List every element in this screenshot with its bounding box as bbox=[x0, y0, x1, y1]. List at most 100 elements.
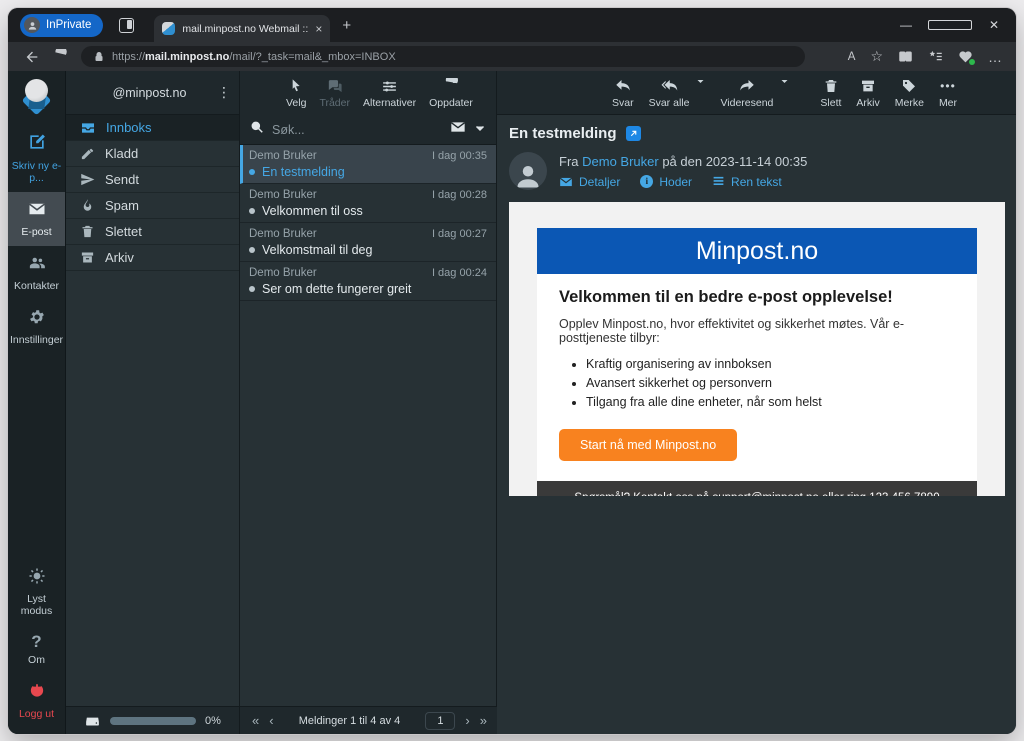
unread-dot bbox=[249, 169, 255, 175]
taskmenu-item-kontakter[interactable]: Kontakter bbox=[8, 246, 65, 300]
split-screen-icon[interactable] bbox=[898, 49, 913, 64]
address-bar[interactable]: https://mail.minpost.no/mail/?_task=mail… bbox=[81, 46, 805, 67]
inprivate-label: InPrivate bbox=[46, 19, 91, 31]
archive-icon bbox=[80, 250, 95, 265]
taskmenu-item-innstillinger[interactable]: Innstillinger bbox=[8, 300, 65, 354]
options-button[interactable]: Alternativer bbox=[363, 77, 416, 109]
quota-progress-bar bbox=[110, 717, 196, 725]
paperplane-icon bbox=[80, 172, 95, 187]
browser-essentials-icon[interactable] bbox=[958, 49, 973, 64]
flame-icon bbox=[80, 198, 95, 213]
kebab-menu-icon[interactable]: ⋮ bbox=[217, 84, 231, 101]
favorite-star-icon[interactable]: ☆ bbox=[870, 48, 883, 65]
sender-link[interactable]: Demo Bruker bbox=[582, 154, 659, 169]
unread-dot bbox=[249, 286, 255, 292]
folder-item-arkiv[interactable]: Arkiv bbox=[66, 245, 239, 271]
search-scope-envelope-icon[interactable] bbox=[450, 119, 466, 140]
window-controls: — ✕ bbox=[884, 8, 1016, 42]
reply-button[interactable]: Svar bbox=[612, 77, 634, 109]
prev-page-button[interactable]: ‹ bbox=[269, 713, 273, 728]
search-options-chevron-icon[interactable] bbox=[474, 121, 486, 139]
read-aloud-icon[interactable]: A bbox=[848, 51, 856, 63]
plaintext-link[interactable]: Ren tekst bbox=[712, 175, 782, 189]
mail-icon bbox=[28, 200, 46, 223]
mail-toolbar: Svar Svar alle Videresend Slett bbox=[497, 71, 1016, 115]
archive-icon bbox=[860, 77, 876, 95]
new-tab-button[interactable]: + bbox=[342, 17, 351, 34]
inprivate-badge[interactable]: InPrivate bbox=[20, 14, 103, 37]
email-cta-button[interactable]: Start nå med Minpost.no bbox=[559, 429, 737, 461]
message-row[interactable]: Demo BrukerI dag 00:27 Velkomstmail til … bbox=[240, 223, 496, 262]
desktop: InPrivate mail.minpost.no Webmail :: Inn… bbox=[0, 0, 1024, 741]
folder-item-innboks[interactable]: Innboks bbox=[66, 115, 239, 141]
refresh-icon[interactable] bbox=[53, 49, 68, 64]
archive-button[interactable]: Arkiv bbox=[856, 77, 879, 109]
next-page-button[interactable]: › bbox=[465, 713, 469, 728]
tab-close-button[interactable]: × bbox=[315, 22, 322, 36]
folder-item-spam[interactable]: Spam bbox=[66, 193, 239, 219]
message-row[interactable]: Demo BrukerI dag 00:28 Velkommen til oss bbox=[240, 184, 496, 223]
search-icon bbox=[250, 120, 264, 139]
threads-icon bbox=[326, 77, 343, 95]
taskmenu-item-lyst-modus[interactable]: Lyst modus bbox=[8, 559, 65, 625]
lock-icon bbox=[93, 51, 105, 63]
message-row[interactable]: Demo BrukerI dag 00:35 En testmelding bbox=[240, 145, 496, 184]
list-toolbar: Velg Tråder Alternativer Oppdater bbox=[240, 71, 496, 115]
email-intro: Opplev Minpost.no, hvor effektivitet og … bbox=[559, 317, 955, 345]
close-button[interactable]: ✕ bbox=[972, 8, 1016, 42]
pagination: « ‹ Meldinger 1 til 4 av 4 › » bbox=[240, 707, 497, 734]
refresh-list-button[interactable]: Oppdater bbox=[429, 77, 473, 109]
pagination-text: Meldinger 1 til 4 av 4 bbox=[284, 715, 416, 727]
email-bullet-list: Kraftig organisering av innboksen Avanse… bbox=[586, 357, 955, 409]
open-in-new-window-icon[interactable] bbox=[626, 126, 641, 141]
mark-button[interactable]: Merke bbox=[895, 77, 924, 109]
last-page-button[interactable]: » bbox=[480, 713, 487, 728]
maximize-button[interactable] bbox=[928, 8, 972, 42]
delete-button[interactable]: Slett bbox=[820, 77, 841, 109]
account-header[interactable]: @minpost.no ⋮ bbox=[66, 71, 239, 115]
tag-icon bbox=[901, 77, 917, 95]
tab-activity-icon[interactable] bbox=[119, 18, 134, 33]
first-page-button[interactable]: « bbox=[252, 713, 259, 728]
threads-button[interactable]: Tråder bbox=[319, 77, 350, 109]
power-icon bbox=[28, 682, 46, 705]
details-link[interactable]: Detaljer bbox=[559, 175, 620, 189]
unread-dot bbox=[249, 247, 255, 253]
message-row[interactable]: Demo BrukerI dag 00:24 Ser om dette fung… bbox=[240, 262, 496, 301]
reply-icon bbox=[614, 77, 632, 95]
more-dots-icon: ••• bbox=[940, 77, 956, 95]
email-bullet: Tilgang fra alle dine enheter, når som h… bbox=[586, 395, 955, 409]
minimize-button[interactable]: — bbox=[884, 8, 928, 42]
settings-menu-icon[interactable]: … bbox=[988, 49, 1002, 65]
from-line: Fra Demo Bruker på den 2023-11-14 00:35 bbox=[559, 154, 807, 169]
refresh-list-icon bbox=[443, 77, 459, 95]
reply-all-icon bbox=[660, 77, 678, 95]
account-name: @minpost.no bbox=[82, 86, 217, 100]
quota-section: 0% bbox=[66, 707, 240, 734]
reply-all-dropdown-icon[interactable] bbox=[696, 77, 705, 95]
more-button[interactable]: ••• Mer bbox=[939, 77, 957, 109]
collections-icon[interactable] bbox=[928, 49, 943, 64]
folder-item-slettet[interactable]: Slettet bbox=[66, 219, 239, 245]
folder-item-kladd[interactable]: Kladd bbox=[66, 141, 239, 167]
logout-button[interactable]: Logg ut bbox=[8, 674, 65, 728]
folder-item-sendt[interactable]: Sendt bbox=[66, 167, 239, 193]
forward-dropdown-icon[interactable] bbox=[780, 77, 789, 95]
taskmenu-item-epost[interactable]: E-post bbox=[8, 192, 65, 246]
headers-link[interactable]: i Hoder bbox=[640, 175, 692, 189]
email-card: Minpost.no Velkommen til en bedre e-post… bbox=[537, 228, 977, 496]
app-logo-icon[interactable] bbox=[17, 78, 57, 116]
contacts-icon bbox=[28, 254, 46, 277]
compose-button[interactable]: Skriv ny e-p... bbox=[8, 124, 65, 192]
back-icon[interactable] bbox=[24, 49, 40, 65]
forward-button[interactable]: Videresend bbox=[720, 77, 773, 109]
page-number-input[interactable] bbox=[425, 712, 455, 730]
info-icon: i bbox=[640, 175, 653, 188]
sliders-icon bbox=[381, 77, 398, 95]
taskmenu-item-om[interactable]: ? Om bbox=[8, 625, 65, 674]
select-button[interactable]: Velg bbox=[286, 77, 306, 109]
active-tab[interactable]: mail.minpost.no Webmail :: Innb × bbox=[154, 15, 330, 42]
reply-all-button[interactable]: Svar alle bbox=[649, 77, 690, 109]
profile-avatar-icon bbox=[24, 17, 40, 33]
search-input[interactable] bbox=[272, 123, 442, 137]
